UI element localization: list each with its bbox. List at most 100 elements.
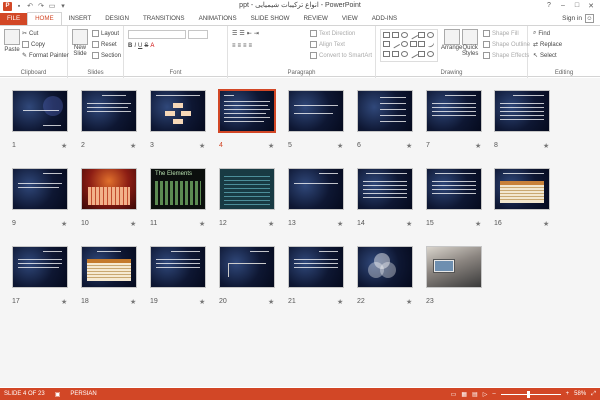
italic-icon[interactable]: I bbox=[134, 43, 136, 49]
align-left-icon[interactable]: ≡ bbox=[232, 43, 236, 49]
slide-sorter-view-icon[interactable]: ▦ bbox=[461, 391, 467, 398]
font-size-field[interactable] bbox=[188, 30, 208, 39]
transition-star-icon[interactable]: ★ bbox=[61, 220, 67, 228]
transition-star-icon[interactable]: ★ bbox=[268, 220, 274, 228]
proofing-icon[interactable]: ▣ bbox=[55, 391, 61, 398]
replace-button[interactable]: ⇄ Replace bbox=[533, 41, 562, 49]
align-text-button[interactable]: Align Text bbox=[310, 41, 345, 48]
slide-thumbnail[interactable] bbox=[219, 246, 275, 288]
slide-thumbnail[interactable] bbox=[81, 246, 137, 288]
tab-transitions[interactable]: TRANSITIONS bbox=[136, 13, 192, 25]
transition-star-icon[interactable]: ★ bbox=[61, 298, 67, 306]
slide-thumbnail[interactable]: The Elements bbox=[150, 168, 206, 210]
font-color-icon[interactable]: A bbox=[150, 43, 154, 49]
language-status[interactable]: PERSIAN bbox=[70, 391, 96, 398]
transition-star-icon[interactable]: ★ bbox=[130, 142, 136, 150]
cut-button[interactable]: ✂ Cut bbox=[22, 30, 38, 38]
transition-star-icon[interactable]: ★ bbox=[337, 220, 343, 228]
paste-button[interactable]: Paste bbox=[4, 29, 20, 53]
slideshow-view-icon[interactable]: ▷ bbox=[483, 391, 488, 398]
slide-thumbnail[interactable] bbox=[150, 246, 206, 288]
shape-outline-button[interactable]: Shape Outline bbox=[483, 41, 530, 48]
font-name-field[interactable] bbox=[128, 30, 186, 39]
bullets-icon[interactable]: ☰ bbox=[232, 30, 237, 37]
select-button[interactable]: ↖ Select bbox=[533, 52, 557, 60]
slide-thumbnail[interactable] bbox=[357, 90, 413, 132]
normal-view-icon[interactable]: ▭ bbox=[451, 391, 457, 398]
copy-button[interactable]: Copy bbox=[22, 41, 45, 48]
transition-star-icon[interactable]: ★ bbox=[130, 298, 136, 306]
quick-styles-button[interactable]: Quick Styles bbox=[462, 29, 478, 57]
justify-icon[interactable]: ≡ bbox=[249, 43, 253, 49]
transition-star-icon[interactable]: ★ bbox=[543, 142, 549, 150]
outdent-icon[interactable]: ⇥ bbox=[254, 30, 259, 37]
slide-thumbnail[interactable] bbox=[12, 90, 68, 132]
transition-star-icon[interactable]: ★ bbox=[268, 298, 274, 306]
transition-star-icon[interactable]: ★ bbox=[199, 142, 205, 150]
transition-star-icon[interactable]: ★ bbox=[199, 220, 205, 228]
tab-file[interactable]: FILE bbox=[0, 13, 28, 25]
strikethrough-icon[interactable]: S bbox=[144, 43, 148, 49]
slide-thumbnail[interactable] bbox=[426, 168, 482, 210]
tab-add-ins[interactable]: ADD-INS bbox=[365, 13, 404, 25]
transition-star-icon[interactable]: ★ bbox=[475, 220, 481, 228]
indent-icon[interactable]: ⇤ bbox=[247, 30, 252, 37]
transition-star-icon[interactable]: ★ bbox=[406, 220, 412, 228]
slide-thumbnail[interactable] bbox=[494, 168, 550, 210]
slide-thumbnail[interactable] bbox=[150, 90, 206, 132]
transition-star-icon[interactable]: ★ bbox=[337, 142, 343, 150]
transition-star-icon[interactable]: ★ bbox=[61, 142, 67, 150]
transition-star-icon[interactable]: ★ bbox=[475, 142, 481, 150]
slide-thumbnail[interactable] bbox=[288, 90, 344, 132]
reading-view-icon[interactable]: ▤ bbox=[472, 391, 478, 398]
convert-smartart-button[interactable]: Convert to SmartArt bbox=[310, 52, 372, 59]
shape-effects-button[interactable]: Shape Effects bbox=[483, 52, 529, 59]
close-button[interactable]: ✕ bbox=[584, 0, 598, 11]
find-button[interactable]: ⌕ Find bbox=[533, 30, 550, 37]
slide-thumbnail[interactable] bbox=[357, 246, 413, 288]
help-button[interactable]: ? bbox=[542, 0, 556, 11]
maximize-button[interactable]: □ bbox=[570, 0, 584, 11]
arrange-button[interactable]: Arrange bbox=[441, 29, 462, 51]
slide-thumbnail[interactable] bbox=[219, 168, 275, 210]
underline-icon[interactable]: U bbox=[138, 43, 142, 49]
tab-animations[interactable]: ANIMATIONS bbox=[192, 13, 244, 25]
reset-button[interactable]: Reset bbox=[92, 41, 117, 48]
shape-fill-button[interactable]: Shape Fill bbox=[483, 30, 519, 37]
transition-star-icon[interactable]: ★ bbox=[543, 220, 549, 228]
align-right-icon[interactable]: ≡ bbox=[243, 43, 247, 49]
tab-design[interactable]: DESIGN bbox=[98, 13, 136, 25]
transition-star-icon[interactable]: ★ bbox=[406, 142, 412, 150]
transition-star-icon[interactable]: ★ bbox=[337, 298, 343, 306]
slide-thumbnail[interactable] bbox=[12, 246, 68, 288]
section-button[interactable]: Section bbox=[92, 52, 121, 59]
tab-review[interactable]: REVIEW bbox=[296, 13, 334, 25]
transition-star-icon[interactable]: ★ bbox=[268, 142, 274, 150]
tab-insert[interactable]: INSERT bbox=[62, 13, 99, 25]
slide-thumbnail[interactable] bbox=[426, 246, 482, 288]
avatar-icon[interactable]: ☺ bbox=[585, 14, 594, 23]
zoom-level[interactable]: 58% bbox=[574, 391, 586, 397]
slide-sorter-view[interactable]: 1 ★ 2 ★ 3 ★ 4 ★ 5 ★ 6 ★ 7 ★ 8 ★ 9 ★ 10 ★… bbox=[0, 78, 600, 387]
new-slide-button[interactable]: New Slide bbox=[72, 29, 88, 57]
tab-view[interactable]: VIEW bbox=[335, 13, 365, 25]
transition-star-icon[interactable]: ★ bbox=[130, 220, 136, 228]
layout-button[interactable]: Layout bbox=[92, 30, 119, 37]
sign-in-link[interactable]: Sign in bbox=[562, 15, 582, 22]
slide-thumbnail[interactable] bbox=[288, 246, 344, 288]
slide-thumbnail-selected[interactable] bbox=[218, 89, 276, 133]
transition-star-icon[interactable]: ★ bbox=[199, 298, 205, 306]
transition-star-icon[interactable]: ★ bbox=[406, 298, 412, 306]
slide-thumbnail[interactable] bbox=[426, 90, 482, 132]
shapes-gallery[interactable] bbox=[380, 29, 438, 62]
minimize-button[interactable]: – bbox=[556, 0, 570, 11]
slide-thumbnail[interactable] bbox=[288, 168, 344, 210]
align-center-icon[interactable]: ≡ bbox=[238, 43, 242, 49]
zoom-slider[interactable] bbox=[500, 390, 561, 398]
zoom-slider-handle[interactable] bbox=[526, 390, 530, 398]
tab-slide-show[interactable]: SLIDE SHOW bbox=[244, 13, 297, 25]
tab-home[interactable]: HOME bbox=[27, 12, 62, 25]
slide-thumbnail[interactable] bbox=[81, 168, 137, 210]
numbering-icon[interactable]: ☰ bbox=[239, 30, 244, 37]
slide-thumbnail[interactable] bbox=[12, 168, 68, 210]
